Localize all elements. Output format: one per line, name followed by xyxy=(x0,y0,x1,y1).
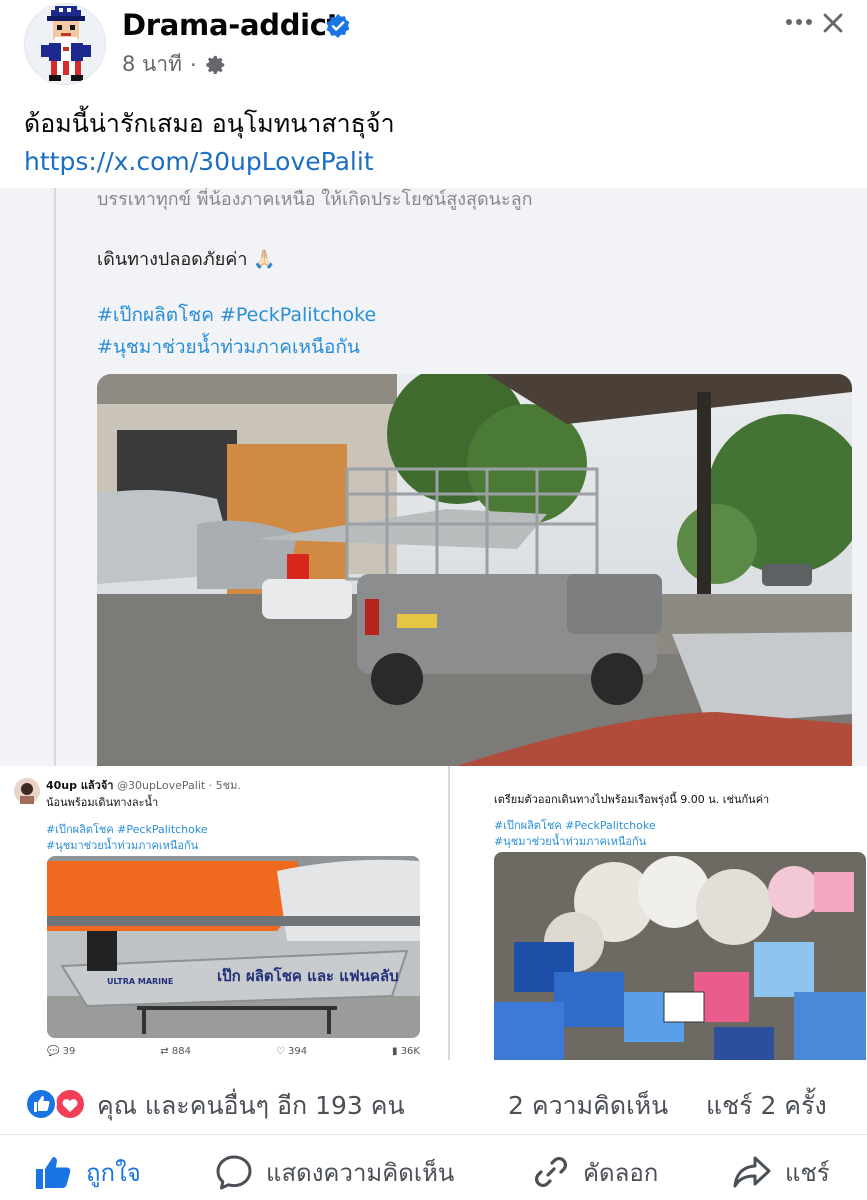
photo-left[interactable]: 40up แล้วจ้า @30upLovePalit · 5ชม. น้อนพ… xyxy=(0,766,432,1060)
reaction-summary[interactable]: คุณ และคนอื่นๆ อีก 193 คน xyxy=(97,1086,405,1126)
post-time[interactable]: 8 นาที xyxy=(122,48,182,81)
thread-line xyxy=(54,188,56,766)
post-meta: 8 นาที · xyxy=(122,48,227,81)
verified-badge-icon xyxy=(326,14,350,38)
thread-line-right xyxy=(448,766,450,1060)
post-header: Drama-addict 8 นาที · xyxy=(0,0,867,95)
truck-photo xyxy=(97,374,852,766)
reactions-bar: คุณ และคนอื่นๆ อีก 193 คน 2 ความคิดเห็น … xyxy=(0,1070,867,1134)
repost-count: 884 xyxy=(171,1046,191,1057)
photo-main[interactable]: บรรเทาทุกข์ พี่น้องภาคเหนือ ให้เกิดประโย… xyxy=(0,188,867,766)
tweet-handle: @30upLovePalit · 5ชม. xyxy=(116,779,241,792)
repost-count-item: ⇄ 884 xyxy=(160,1046,191,1057)
tweet-stats: 💬 39 ⇄ 884 ♡ 394 ▮ 36K xyxy=(47,1046,420,1057)
link-chain-icon xyxy=(534,1156,568,1188)
share-button[interactable]: แชร์ xyxy=(731,1150,830,1194)
embed-faded-line: บรรเทาทุกข์ พี่น้องภาคเหนือ ให้เกิดประโย… xyxy=(97,189,533,210)
comment-bubble-icon xyxy=(216,1155,252,1190)
donation-supplies-image xyxy=(494,852,866,1060)
tweet-text: น้อนพร้อมเดินทางละน้ำ xyxy=(46,796,159,809)
like-label: ถูกใจ xyxy=(86,1158,141,1187)
pixel-art-avatar-image xyxy=(25,4,105,84)
tweet-author: 40up แล้วจ้า @30upLovePalit · 5ชม. xyxy=(46,776,241,794)
reply-count: 39 xyxy=(62,1046,76,1057)
donations-photo xyxy=(494,852,866,1060)
shares-count[interactable]: แชร์ 2 ครั้ง xyxy=(706,1086,827,1126)
thumbs-up-icon xyxy=(36,1157,71,1189)
tweet-right-text: เตรียมตัวออกเดินทางไปพร้อมเรือพรุ่งนี้ 9… xyxy=(494,793,770,806)
embed-hashtags-1: #เป๊กผลิตโชค #PeckPalitchoke xyxy=(97,304,377,326)
reaction-icons[interactable] xyxy=(24,1087,90,1121)
like-reaction-icon xyxy=(25,1088,57,1120)
copy-link-button[interactable]: คัดลอก xyxy=(531,1150,658,1194)
privacy-gear-icon[interactable] xyxy=(205,54,227,76)
close-icon[interactable] xyxy=(818,8,848,38)
post-caption: ด้อมนี้น่ารักเสมอ อนุโมทนาสาธุจ้า https:… xyxy=(24,105,395,181)
share-label: แชร์ xyxy=(785,1158,830,1187)
photo-row: 40up แล้วจ้า @30upLovePalit · 5ชม. น้อนพ… xyxy=(0,766,867,1060)
view-count: 36K xyxy=(400,1046,420,1057)
caption-text: ด้อมนี้น่ารักเสมอ อนุโมทนาสาธุจ้า xyxy=(24,109,395,138)
aluminum-boat-image xyxy=(47,856,420,1038)
caption-link[interactable]: https://x.com/30upLovePalit xyxy=(24,143,395,181)
meta-separator: · xyxy=(190,52,197,77)
more-dots-icon[interactable] xyxy=(781,14,821,30)
comment-label: แสดงความคิดเห็น xyxy=(266,1158,455,1187)
action-bar: ถูกใจ แสดงความคิดเห็น คัดลอก แชร์ xyxy=(0,1140,867,1200)
view-count-item: ▮ 36K xyxy=(392,1046,420,1057)
avatar[interactable] xyxy=(24,3,106,85)
copy-label: คัดลอก xyxy=(583,1158,659,1187)
comment-button[interactable]: แสดงความคิดเห็น xyxy=(214,1150,454,1194)
divider xyxy=(0,1134,867,1135)
like-count-item: ♡ 394 xyxy=(275,1046,308,1057)
tweet-right-hashtags-2: #นุชมาช่วยน้ำท่วมภาคเหนือกัน xyxy=(494,835,647,848)
tweet-author-name: 40up แล้วจ้า xyxy=(46,779,114,792)
comments-count[interactable]: 2 ความคิดเห็น xyxy=(508,1086,668,1126)
pickup-truck-with-boat-image xyxy=(97,374,852,766)
boat-label: เป๊ก ผลิตโชค และ แฟนคลับ xyxy=(217,967,399,985)
love-reaction-icon xyxy=(54,1088,86,1120)
share-arrow-icon xyxy=(733,1156,771,1188)
reply-count-item: 💬 39 xyxy=(47,1046,76,1057)
like-count: 394 xyxy=(288,1046,308,1057)
photo-right[interactable]: เตรียมตัวออกเดินทางไปพร้อมเรือพรุ่งนี้ 9… xyxy=(436,766,867,1060)
page-name[interactable]: Drama-addict xyxy=(122,8,341,42)
tweet-hashtags-2: #นุชมาช่วยน้ำท่วมภาคเหนือกัน xyxy=(46,839,199,852)
boat-brand: ULTRA MARINE xyxy=(107,977,174,986)
tweet-avatar-icon xyxy=(14,778,40,804)
like-button[interactable]: ถูกใจ xyxy=(32,1150,141,1194)
boat-photo: ULTRA MARINE เป๊ก ผลิตโชค และ แฟนคลับ xyxy=(47,856,420,1038)
embed-hashtags-2: #นุชมาช่วยน้ำท่วมภาคเหนือกัน xyxy=(97,336,360,358)
embed-line: เดินทางปลอดภัยค่า 🙏🏻 xyxy=(97,249,276,270)
